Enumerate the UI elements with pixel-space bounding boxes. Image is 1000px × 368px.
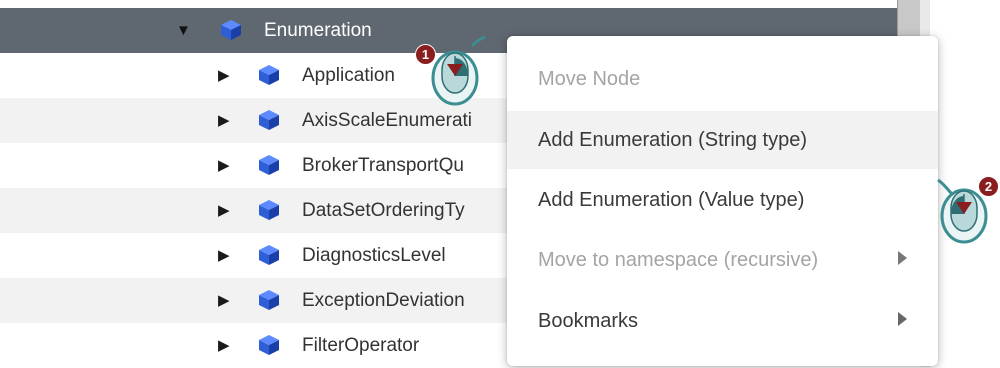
submenu-chevron-icon (898, 312, 907, 326)
tree-item-label: FilterOperator (302, 334, 420, 356)
callout-badge: 1 (415, 44, 436, 65)
object-type-cube-icon (221, 20, 241, 40)
tree-item-label: BrokerTransportQu (302, 154, 464, 176)
expand-arrow-right-icon[interactable]: ▶ (218, 158, 230, 173)
menu-item-move-to-namespace: Move to namespace (recursive) (507, 231, 938, 289)
menu-item-label: Add Enumeration (Value type) (538, 188, 805, 211)
expand-arrow-right-icon[interactable]: ▶ (218, 338, 230, 353)
context-menu: Move Node Add Enumeration (String type) … (507, 36, 938, 366)
object-type-cube-icon (259, 335, 279, 355)
expand-arrow-right-icon[interactable]: ▶ (218, 293, 230, 308)
menu-item-label: Add Enumeration (String type) (538, 128, 808, 151)
object-type-cube-icon (259, 290, 279, 310)
menu-item-add-enumeration-value[interactable]: Add Enumeration (Value type) (507, 171, 938, 229)
tree-item-label: Enumeration (264, 19, 372, 41)
menu-item-label: Move Node (538, 67, 641, 90)
expand-arrow-right-icon[interactable]: ▶ (218, 248, 230, 263)
menu-item-label: Bookmarks (538, 309, 639, 332)
tree-item-label: DataSetOrderingTy (302, 199, 465, 221)
object-type-cube-icon (259, 155, 279, 175)
tree-item-label: Application (302, 64, 395, 86)
callout-1: 1 (412, 35, 492, 106)
tree-item-label: DiagnosticsLevel (302, 244, 446, 266)
menu-item-add-enumeration-string[interactable]: Add Enumeration (String type) (507, 111, 938, 169)
callout-badge: 2 (978, 176, 999, 197)
object-type-cube-icon (259, 110, 279, 130)
object-type-cube-icon (259, 200, 279, 220)
menu-item-move-node: Move Node (507, 50, 938, 108)
callout-2: 2 (930, 172, 1000, 244)
object-type-cube-icon (259, 245, 279, 265)
submenu-chevron-icon (898, 251, 907, 265)
tree-item-label: AxisScaleEnumerati (302, 109, 473, 131)
menu-item-label: Move to namespace (recursive) (538, 248, 819, 271)
expand-arrow-right-icon[interactable]: ▶ (218, 203, 230, 218)
object-type-cube-icon (259, 65, 279, 85)
expand-arrow-right-icon[interactable]: ▶ (218, 113, 230, 128)
expand-arrow-right-icon[interactable]: ▶ (218, 68, 230, 83)
menu-item-bookmarks[interactable]: Bookmarks (507, 292, 938, 350)
expand-arrow-down-icon[interactable]: ▼ (176, 23, 191, 38)
tree-item-label: ExceptionDeviation (302, 289, 465, 311)
